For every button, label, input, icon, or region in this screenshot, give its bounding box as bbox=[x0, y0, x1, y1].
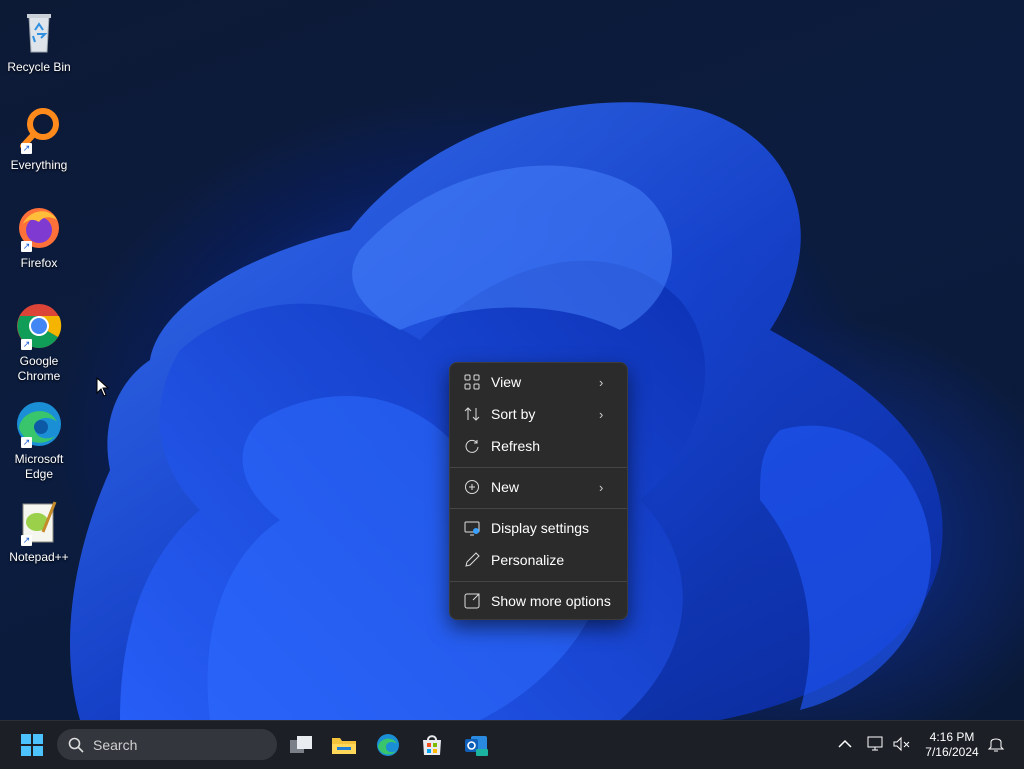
new-plus-icon bbox=[463, 478, 481, 496]
desktop-icon-notepadpp[interactable]: ↗ Notepad++ bbox=[4, 498, 74, 565]
menu-item-new[interactable]: New › bbox=[454, 472, 623, 502]
outlook-new-button[interactable] bbox=[460, 729, 492, 761]
start-button[interactable] bbox=[16, 729, 48, 761]
menu-separator bbox=[450, 467, 627, 468]
desktop-icon-recycle-bin[interactable]: Recycle Bin bbox=[4, 8, 74, 75]
shortcut-arrow-icon: ↗ bbox=[21, 241, 32, 252]
menu-item-label: Refresh bbox=[491, 438, 541, 454]
store-button[interactable] bbox=[416, 729, 448, 761]
shortcut-arrow-icon: ↗ bbox=[21, 339, 32, 350]
menu-item-view[interactable]: View › bbox=[454, 367, 623, 397]
menu-item-display-settings[interactable]: Display settings bbox=[454, 513, 623, 543]
desktop-icon-firefox[interactable]: ↗ Firefox bbox=[4, 204, 74, 271]
menu-separator bbox=[450, 581, 627, 582]
shortcut-arrow-icon: ↗ bbox=[21, 535, 32, 546]
desktop[interactable]: Recycle Bin ↗ Everything ↗ Firefox ↗ Goo… bbox=[0, 0, 1024, 720]
desktop-icon-everything[interactable]: ↗ Everything bbox=[4, 106, 74, 173]
chevron-right-icon: › bbox=[599, 374, 604, 390]
refresh-icon bbox=[463, 437, 481, 455]
start-icon bbox=[21, 734, 43, 756]
view-grid-icon bbox=[463, 373, 481, 391]
taskbar: Search 4:16 PM 7/16/2024 bbox=[0, 720, 1024, 769]
chevron-right-icon: › bbox=[599, 479, 604, 495]
menu-item-label: Display settings bbox=[491, 520, 590, 536]
edge-taskbar-button[interactable] bbox=[372, 729, 404, 761]
menu-item-refresh[interactable]: Refresh bbox=[454, 431, 623, 461]
desktop-icon-chrome[interactable]: ↗ Google Chrome bbox=[4, 302, 74, 384]
menu-item-label: View bbox=[491, 374, 522, 390]
desktop-icon-label: Microsoft Edge bbox=[14, 452, 64, 481]
menu-item-label: Sort by bbox=[491, 406, 536, 422]
network-button[interactable] bbox=[866, 734, 886, 754]
file-explorer-icon bbox=[332, 738, 356, 754]
desktop-context-menu: View › Sort by › Refresh New › Display s… bbox=[449, 362, 628, 620]
pen-icon bbox=[463, 551, 481, 569]
edge-icon bbox=[377, 734, 399, 756]
edge-icon: ↗ bbox=[15, 400, 63, 448]
firefox-icon: ↗ bbox=[15, 204, 63, 252]
taskbar-clock[interactable]: 4:16 PM 7/16/2024 bbox=[920, 730, 984, 760]
task-view-button[interactable] bbox=[285, 729, 317, 761]
more-options-icon bbox=[463, 592, 481, 610]
desktop-icon-label: Google Chrome bbox=[17, 354, 61, 383]
outlook-new-icon bbox=[465, 736, 488, 756]
menu-separator bbox=[450, 508, 627, 509]
taskbar-search-box[interactable]: Search bbox=[57, 729, 277, 760]
mouse-pointer-icon bbox=[96, 377, 110, 397]
search-label: Search bbox=[93, 736, 138, 753]
clock-time: 4:16 PM bbox=[929, 730, 975, 744]
recycle-bin-icon bbox=[15, 8, 63, 56]
file-explorer-button[interactable] bbox=[328, 729, 360, 761]
bell-icon bbox=[988, 738, 1004, 752]
menu-item-label: Show more options bbox=[491, 593, 611, 609]
menu-item-sort-by[interactable]: Sort by › bbox=[454, 399, 623, 429]
clock-date: 7/16/2024 bbox=[925, 745, 979, 759]
desktop-icon-label: Everything bbox=[10, 158, 68, 172]
shortcut-arrow-icon: ↗ bbox=[21, 437, 32, 448]
desktop-icon-label: Firefox bbox=[20, 256, 58, 270]
notepadpp-icon: ↗ bbox=[15, 498, 63, 546]
store-icon bbox=[423, 735, 441, 755]
volume-muted-icon bbox=[893, 736, 910, 752]
desktop-icon-edge[interactable]: ↗ Microsoft Edge bbox=[4, 400, 74, 482]
menu-item-label: Personalize bbox=[491, 552, 565, 568]
search-icon bbox=[68, 737, 84, 753]
network-icon bbox=[867, 736, 883, 751]
menu-item-personalize[interactable]: Personalize bbox=[454, 545, 623, 575]
sort-icon bbox=[463, 405, 481, 423]
desktop-icon-label: Recycle Bin bbox=[7, 60, 71, 74]
chevron-right-icon: › bbox=[599, 406, 604, 422]
chevron-up-icon bbox=[838, 739, 852, 748]
task-view-icon bbox=[290, 736, 312, 753]
chrome-icon: ↗ bbox=[15, 302, 63, 350]
shortcut-arrow-icon: ↗ bbox=[21, 143, 32, 154]
volume-button[interactable] bbox=[892, 734, 912, 754]
menu-item-show-more-options[interactable]: Show more options bbox=[454, 586, 623, 616]
desktop-icon-label: Notepad++ bbox=[9, 550, 69, 564]
display-settings-icon bbox=[463, 519, 481, 537]
notifications-button[interactable] bbox=[986, 734, 1006, 754]
menu-item-label: New bbox=[491, 479, 520, 495]
show-hidden-icons-button[interactable] bbox=[835, 734, 855, 754]
everything-search-icon: ↗ bbox=[15, 106, 63, 154]
